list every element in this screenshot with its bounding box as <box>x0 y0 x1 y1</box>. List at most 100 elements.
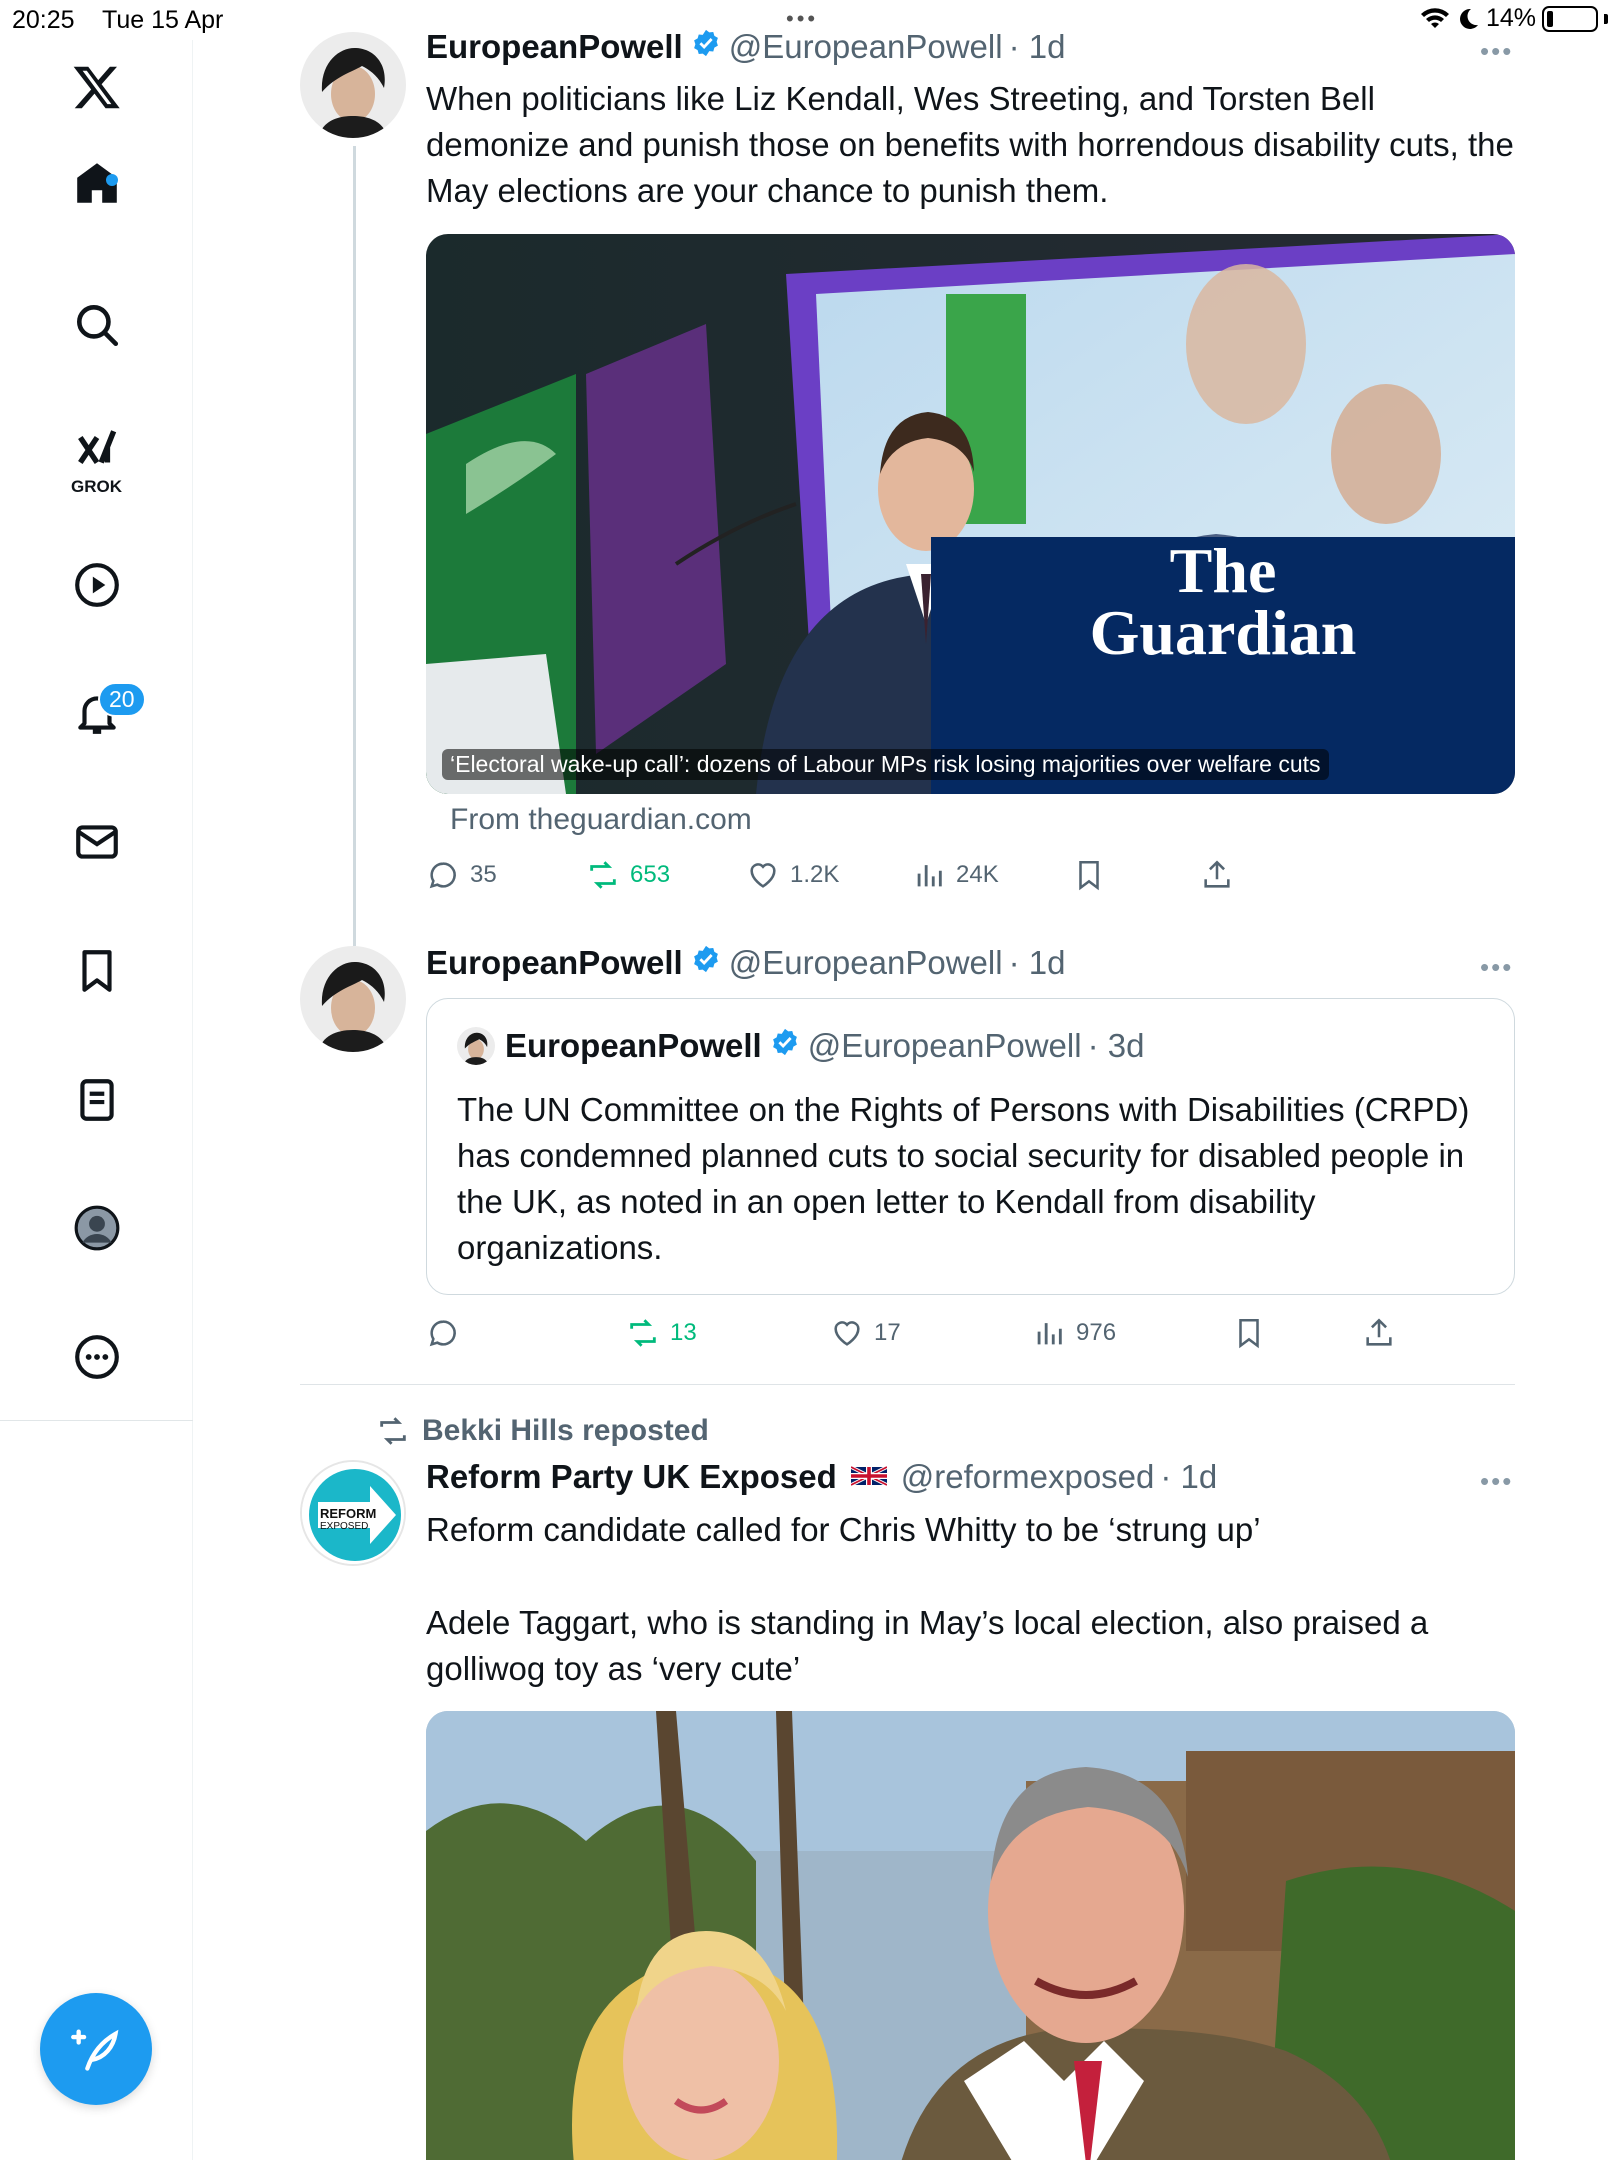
more-options-icon[interactable] <box>0 1332 193 1382</box>
more-options-icon[interactable]: ••• <box>1480 952 1513 983</box>
bookmark-icon <box>1079 860 1099 891</box>
avatar-text-2: EXPOSED <box>320 1521 368 1532</box>
tweet-text: When politicians like Liz Kendall, Wes S… <box>426 80 1514 209</box>
quoted-tweet[interactable]: EuropeanPowell @EuropeanPowell · 3d The … <box>426 998 1515 1295</box>
post-time[interactable]: · 1d <box>1160 1458 1217 1496</box>
author-handle[interactable]: @EuropeanPowell <box>729 28 1003 66</box>
sidebar-separator <box>0 1420 193 1421</box>
x-logo-icon[interactable] <box>0 62 193 112</box>
battery-tip <box>1604 13 1608 24</box>
post-time[interactable]: · 1d <box>1009 944 1066 982</box>
author-name[interactable]: EuropeanPowell <box>426 944 683 982</box>
lists-icon[interactable] <box>0 1075 193 1125</box>
tweet-header: EuropeanPowell @EuropeanPowell · 1d <box>426 944 1065 982</box>
view-count: 976 <box>1076 1319 1117 1346</box>
avatar-text: REFORM <box>320 1506 376 1521</box>
views-chart-icon <box>1037 1323 1062 1345</box>
status-date: Tue 15 Apr <box>102 6 224 34</box>
home-icon[interactable] <box>0 158 193 208</box>
post-time[interactable]: · 1d <box>1009 28 1066 66</box>
quote-header: EuropeanPowell @EuropeanPowell · 3d <box>457 1027 1144 1065</box>
status-time: 20:25 <box>12 6 75 34</box>
quote-avatar <box>457 1027 495 1065</box>
compose-post-button[interactable] <box>40 1993 152 2105</box>
share-icon <box>1204 860 1230 888</box>
tweet-divider <box>300 1384 1515 1385</box>
reply-icon <box>429 862 456 889</box>
author-name[interactable]: EuropeanPowell <box>426 28 683 66</box>
repost-count: 653 <box>630 861 671 888</box>
views-chart-icon <box>917 865 942 887</box>
wifi-icon <box>1420 7 1449 28</box>
repost-context[interactable]: Bekki Hills reposted <box>376 1414 709 1448</box>
views-button[interactable]: 24K <box>912 858 999 892</box>
tweet-header: Reform Party UK Exposed @reformexposed ·… <box>426 1458 1217 1496</box>
reply-button[interactable]: 35 <box>426 858 497 892</box>
like-button[interactable]: 1.2K <box>746 858 839 892</box>
repost-icon <box>630 1319 656 1347</box>
repost-button[interactable]: 653 <box>586 858 670 892</box>
tweet-text-2: Adele Taggart, who is standing in May’s … <box>426 1604 1429 1687</box>
views-button[interactable]: 976 <box>1032 1316 1116 1350</box>
sidebar: GROK 20 <box>0 40 193 2160</box>
link-card[interactable]: The Guardian ‘Electoral wake-up call’: d… <box>426 234 1515 794</box>
repost-icon <box>380 1417 406 1445</box>
author-name[interactable]: Reform Party UK Exposed <box>426 1458 837 1496</box>
reply-icon <box>429 1320 456 1347</box>
quote-author-handle: @EuropeanPowell <box>807 1027 1082 1064</box>
author-handle[interactable]: @EuropeanPowell <box>729 944 1003 982</box>
tweet-text: Reform candidate called for Chris Whitty… <box>426 1511 1261 1548</box>
quote-time: · 3d <box>1087 1027 1145 1064</box>
link-card-source[interactable]: From theguardian.com <box>450 803 752 837</box>
status-indicators: 14% <box>1420 4 1608 33</box>
share-button[interactable] <box>1362 1316 1396 1350</box>
repost-button[interactable]: 13 <box>626 1316 697 1350</box>
reply-button[interactable] <box>426 1316 470 1350</box>
thread-connector <box>353 146 356 946</box>
guardian-logo: The <box>1170 535 1277 606</box>
reposted-by: Bekki Hills reposted <box>422 1414 709 1447</box>
like-count: 17 <box>874 1319 901 1346</box>
author-handle[interactable]: @reformexposed <box>901 1458 1155 1496</box>
quote-text: The UN Committee on the Rights of Person… <box>457 1091 1470 1266</box>
link-card-image: The Guardian <box>426 234 1515 794</box>
heart-icon <box>750 863 776 888</box>
tweet-actions: 35 653 1.2K 24K <box>426 858 1516 902</box>
more-options-icon[interactable]: ••• <box>1480 1466 1513 1497</box>
guardian-logo-2: Guardian <box>1090 597 1357 668</box>
link-card-caption: ‘Electoral wake-up call’: dozens of Labo… <box>442 749 1329 780</box>
compose-feather-icon <box>71 2029 119 2071</box>
more-options-icon[interactable]: ••• <box>1480 36 1513 67</box>
repost-count: 13 <box>670 1319 697 1346</box>
notifications-bell-icon[interactable] <box>0 688 193 738</box>
avatar[interactable] <box>300 32 406 138</box>
bookmark-icon <box>1239 1318 1259 1349</box>
moon-icon <box>1459 8 1478 29</box>
avatar[interactable] <box>300 946 406 1052</box>
profile-avatar-icon[interactable] <box>0 1203 193 1253</box>
grok-label: GROK <box>71 477 122 496</box>
tweet-photo[interactable] <box>426 1711 1515 2160</box>
notifications-badge: 20 <box>98 682 146 717</box>
verified-badge-icon <box>693 945 718 973</box>
tweet-header: EuropeanPowell @EuropeanPowell · 1d <box>426 28 1065 66</box>
share-button[interactable] <box>1200 858 1234 892</box>
heart-icon <box>834 1321 860 1346</box>
avatar[interactable]: REFORM EXPOSED <box>300 1460 406 1566</box>
like-count: 1.2K <box>790 861 840 888</box>
tweet-photo-image <box>426 1711 1515 2160</box>
video-play-icon[interactable] <box>0 560 193 610</box>
battery-icon <box>1542 5 1598 32</box>
search-icon[interactable] <box>0 300 193 350</box>
view-count: 24K <box>956 861 999 888</box>
messages-icon[interactable] <box>0 817 193 867</box>
reply-count: 35 <box>470 861 497 888</box>
bookmarks-icon[interactable] <box>0 946 193 996</box>
repost-icon <box>590 861 616 889</box>
like-button[interactable]: 17 <box>830 1316 901 1350</box>
bookmark-button[interactable] <box>1072 858 1106 892</box>
verified-badge-icon <box>772 1028 797 1056</box>
bookmark-button[interactable] <box>1232 1316 1266 1350</box>
battery-percent: 14% <box>1485 4 1536 32</box>
grok-icon[interactable] <box>0 425 193 475</box>
